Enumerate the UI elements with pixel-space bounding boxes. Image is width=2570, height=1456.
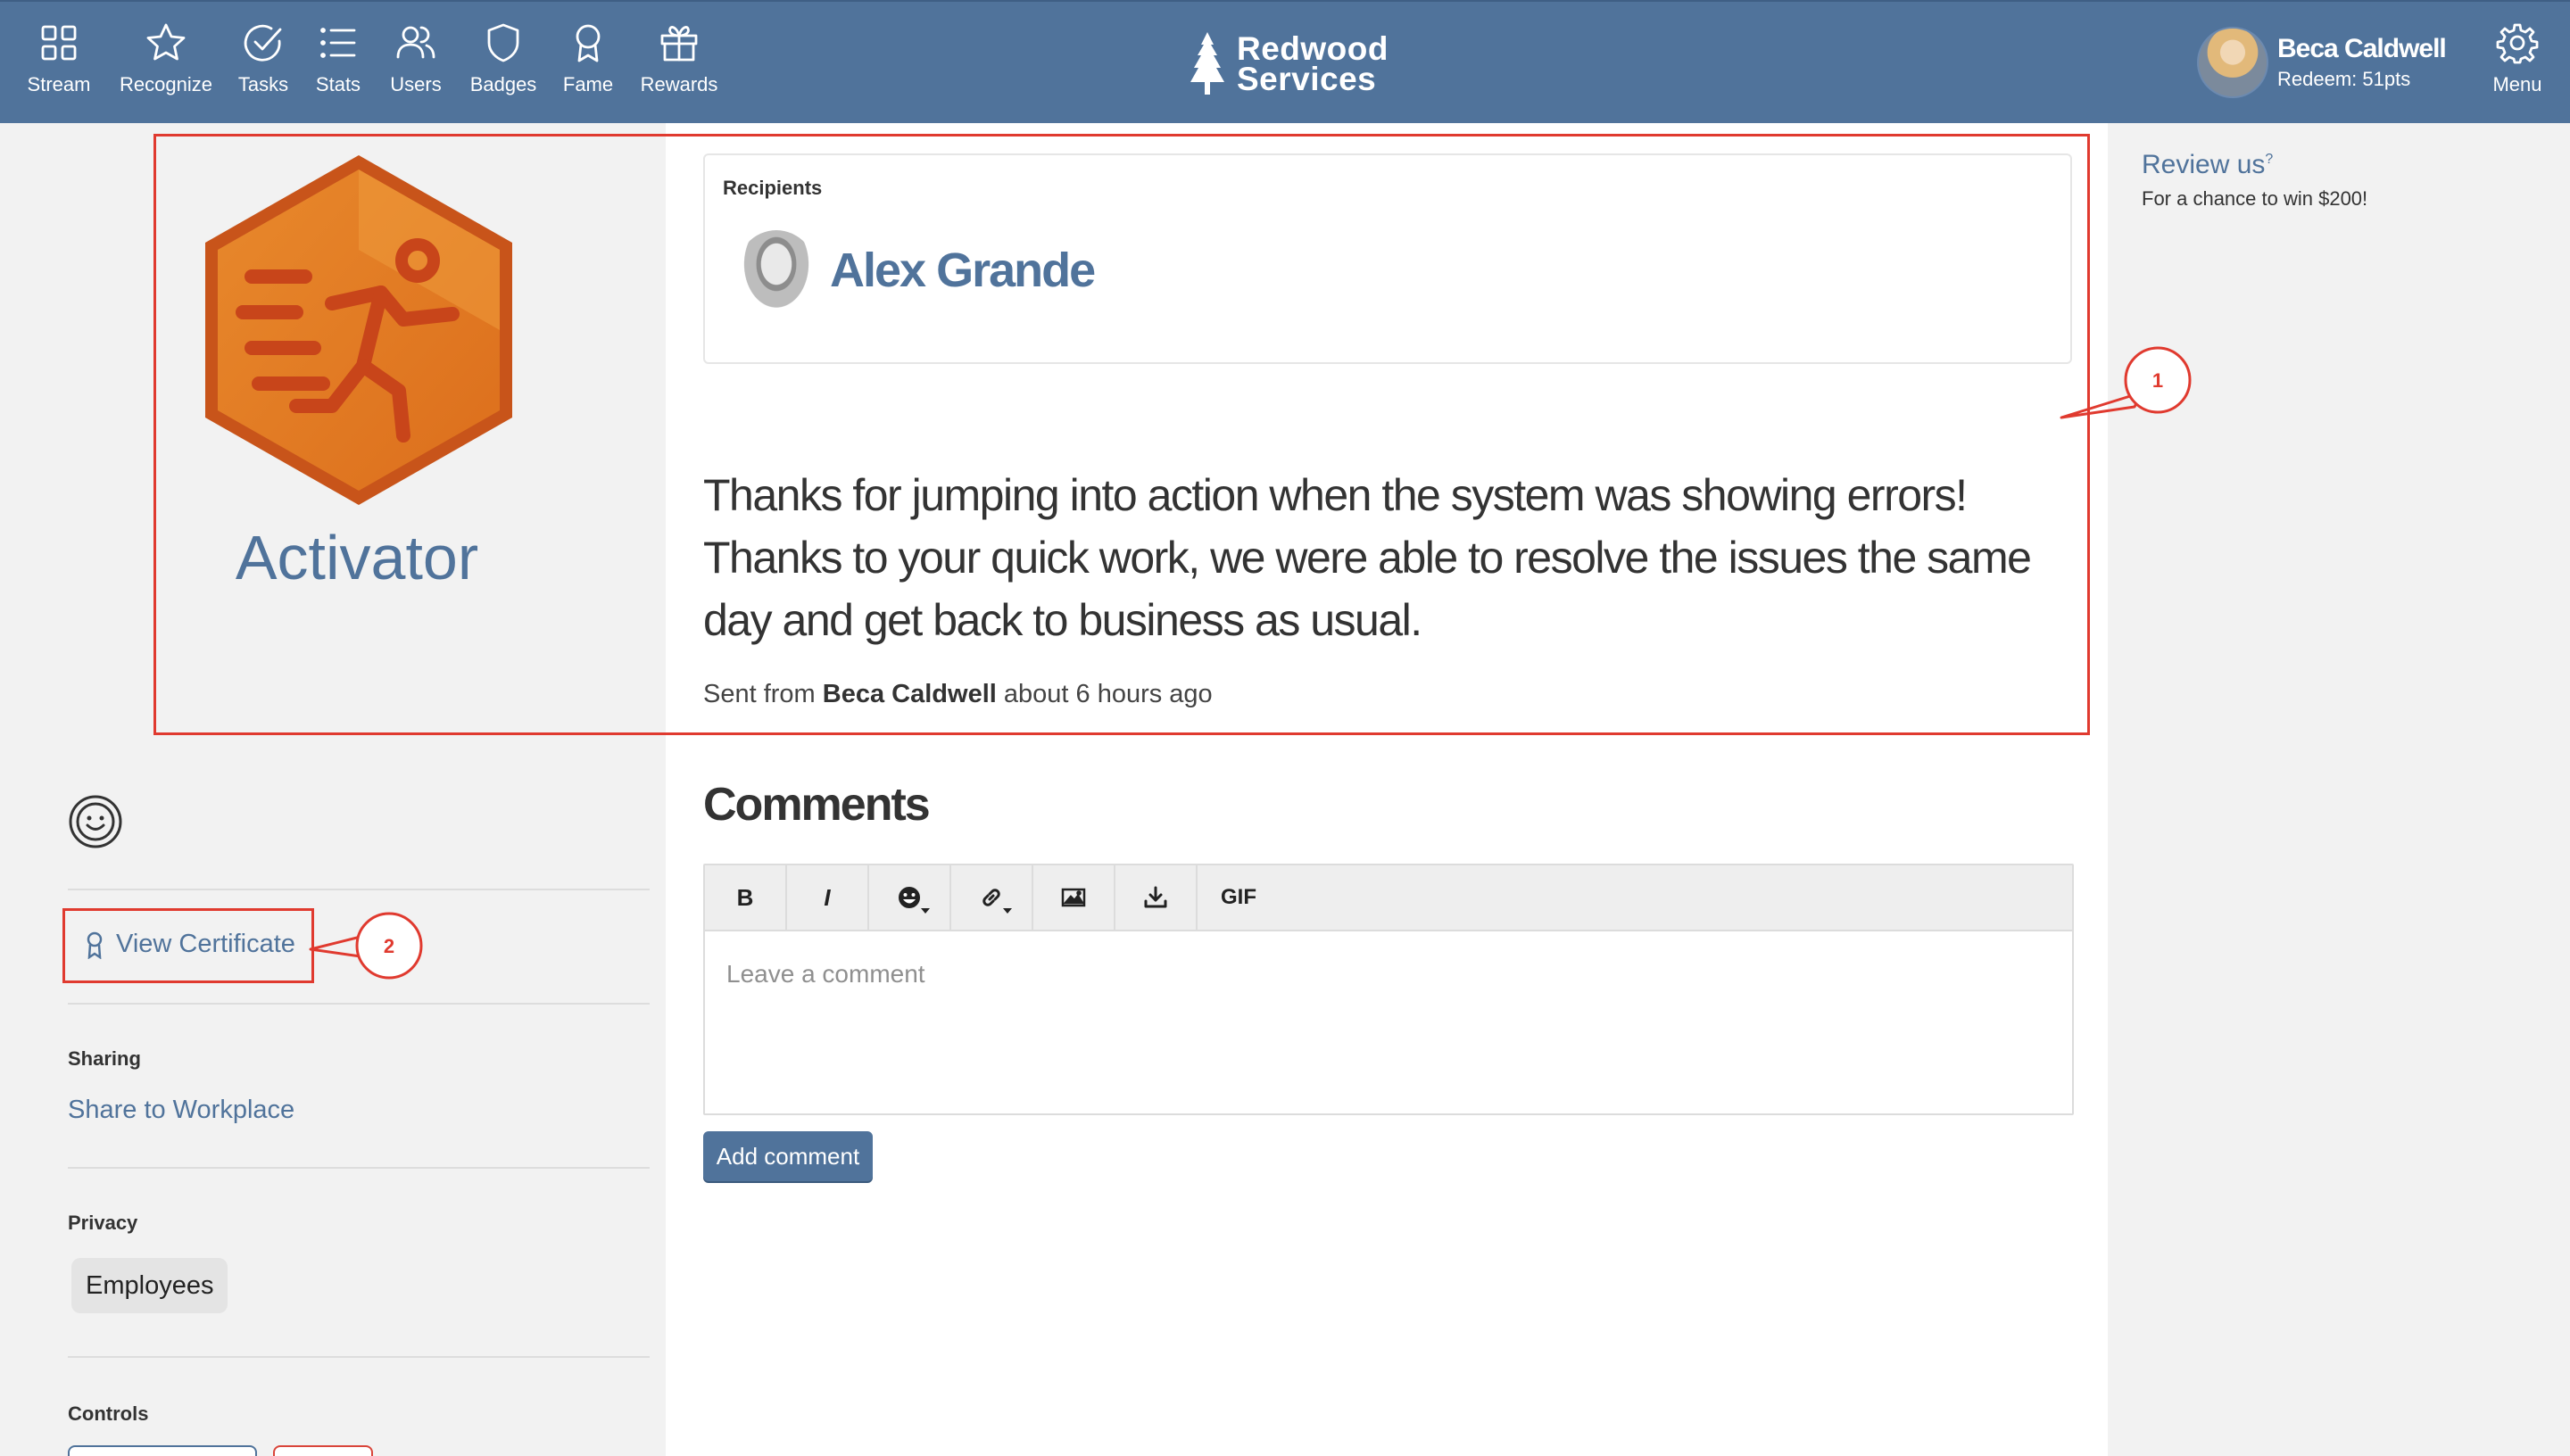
bold-button[interactable]: B bbox=[705, 865, 787, 930]
nav-stats[interactable]: Stats bbox=[312, 21, 364, 111]
controls-label: Controls bbox=[68, 1402, 149, 1425]
comments-heading: Comments bbox=[703, 779, 931, 831]
italic-button[interactable]: I bbox=[787, 865, 869, 930]
image-icon bbox=[1061, 888, 1086, 907]
user-profile[interactable]: Beca Caldwell Redeem: 51pts bbox=[2197, 27, 2447, 98]
control-button-primary[interactable] bbox=[68, 1445, 257, 1456]
nav-label: Rewards bbox=[640, 73, 718, 95]
sent-time: about 6 hours ago bbox=[1003, 680, 1213, 708]
chevron-down-icon bbox=[921, 908, 930, 914]
nav-badges[interactable]: Badges bbox=[468, 21, 539, 111]
view-certificate-label: View Certificate bbox=[116, 930, 295, 958]
sent-prefix: Sent from bbox=[703, 680, 816, 708]
privacy-label: Privacy bbox=[68, 1212, 138, 1234]
ribbon-icon bbox=[87, 931, 103, 959]
grid-icon bbox=[41, 25, 77, 61]
review-title: Review us bbox=[2142, 150, 2266, 179]
nav-label: Tasks bbox=[237, 73, 289, 95]
emoji-button[interactable] bbox=[869, 865, 951, 930]
gift-icon bbox=[660, 26, 698, 62]
image-button[interactable] bbox=[1033, 865, 1115, 930]
add-comment-button[interactable]: Add comment bbox=[703, 1131, 873, 1181]
help-icon[interactable]: ? bbox=[2265, 152, 2273, 167]
download-icon bbox=[1144, 886, 1167, 908]
review-subtitle: For a chance to win $200! bbox=[2142, 187, 2368, 210]
reaction-smiley-icon[interactable] bbox=[68, 794, 123, 849]
nav-users[interactable]: Users bbox=[387, 21, 444, 111]
user-redeem-points[interactable]: Redeem: 51pts bbox=[2277, 68, 2446, 91]
shield-icon bbox=[487, 23, 519, 62]
ribbon-icon bbox=[576, 24, 601, 62]
nav-label: Badges bbox=[469, 73, 537, 95]
link-button[interactable] bbox=[951, 865, 1033, 930]
review-us-link[interactable]: Review us? bbox=[2142, 150, 2273, 180]
nav-label: Stream bbox=[27, 73, 91, 95]
tree-icon bbox=[1190, 32, 1224, 95]
brand-name-line2: Services bbox=[1237, 61, 1377, 97]
list-icon bbox=[320, 28, 356, 58]
divider bbox=[68, 889, 650, 890]
share-to-workplace-link[interactable]: Share to Workplace bbox=[68, 1096, 294, 1125]
upload-file-button[interactable] bbox=[1115, 865, 1198, 930]
divider bbox=[68, 1356, 650, 1358]
avatar[interactable] bbox=[2197, 27, 2268, 98]
gear-icon bbox=[2496, 23, 2539, 64]
star-icon bbox=[146, 23, 186, 61]
emoji-icon bbox=[899, 887, 920, 908]
nav-label: Recognize bbox=[120, 73, 212, 95]
view-certificate-link[interactable]: View Certificate bbox=[84, 930, 295, 959]
divider bbox=[68, 1003, 650, 1005]
nav-label: Users bbox=[390, 73, 442, 95]
recognition-message: Thanks for jumping into action when the … bbox=[703, 470, 2032, 645]
users-icon bbox=[396, 26, 435, 59]
gif-button[interactable]: GIF bbox=[1198, 865, 1280, 930]
nav-tasks[interactable]: Tasks bbox=[236, 21, 291, 111]
sharing-label: Sharing bbox=[68, 1047, 141, 1070]
privacy-selector[interactable]: Employees bbox=[71, 1258, 228, 1313]
sent-from-line: Sent from Beca Caldwell about 6 hours ag… bbox=[703, 680, 1213, 709]
link-icon bbox=[982, 889, 1000, 906]
badge-name: Activator bbox=[235, 523, 479, 592]
user-name: Beca Caldwell bbox=[2277, 34, 2447, 63]
recipient-avatar[interactable] bbox=[735, 230, 817, 319]
check-circle-icon bbox=[244, 24, 282, 62]
brand-name-line1: Redwood bbox=[1237, 30, 1389, 67]
recipients-label: Recipients bbox=[723, 177, 823, 199]
brand-logo[interactable]: Redwood Services bbox=[1187, 30, 1389, 98]
nav-label: Stats bbox=[315, 73, 361, 95]
sender-name[interactable]: Beca Caldwell bbox=[823, 680, 997, 708]
chevron-down-icon bbox=[1003, 908, 1012, 914]
nav-fame[interactable]: Fame bbox=[560, 21, 616, 111]
nav-label: Fame bbox=[562, 73, 614, 95]
comment-input[interactable] bbox=[705, 933, 2072, 1113]
comment-editor: B I GIF bbox=[703, 864, 2074, 1115]
editor-toolbar: B I GIF bbox=[705, 865, 2072, 931]
nav-rewards[interactable]: Rewards bbox=[637, 21, 721, 111]
control-button-danger[interactable] bbox=[273, 1445, 373, 1456]
nav-recognize[interactable]: Recognize bbox=[116, 21, 216, 111]
recipient-name[interactable]: Alex Grande bbox=[830, 243, 1096, 298]
activator-badge-icon bbox=[205, 155, 512, 505]
divider bbox=[68, 1167, 650, 1169]
top-nav-bar: Stream Recognize Tasks Stats Users Badge… bbox=[0, 0, 2570, 123]
nav-stream[interactable]: Stream bbox=[21, 21, 96, 111]
annotation-number-1: 1 bbox=[2152, 369, 2163, 392]
menu-label: Menu bbox=[2492, 73, 2542, 95]
menu-button[interactable]: Menu bbox=[2490, 21, 2545, 111]
